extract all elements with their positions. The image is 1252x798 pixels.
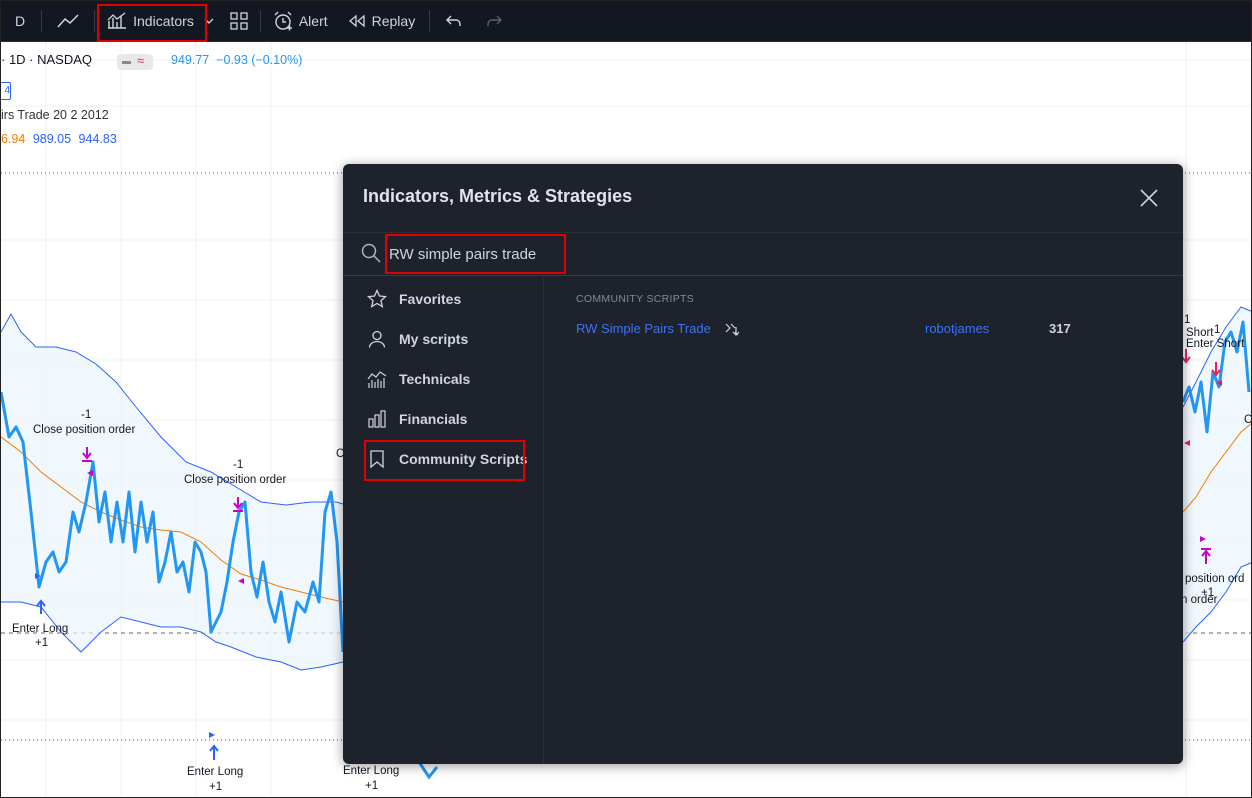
sidebar-item-my-scripts[interactable]: My scripts (343, 319, 543, 359)
search-icon (361, 243, 381, 263)
user-icon (368, 330, 386, 348)
results-panel: COMMUNITY SCRIPTS RW Simple Pairs Trade … (544, 275, 1183, 764)
trade-label: Enter Short (1186, 338, 1245, 350)
community-scripts-highlight-box (364, 440, 525, 481)
search-highlight-box (385, 234, 566, 274)
legend-status-pill[interactable]: ≈ (117, 53, 153, 70)
sidebar-item-label: Technicals (399, 371, 471, 387)
app-frame: D Indicators Alert Replay · 1D · NASDAQ … (0, 0, 1252, 798)
band-fill-right (1183, 307, 1251, 642)
redo-icon (487, 15, 503, 26)
trade-label: Close position order (33, 424, 136, 436)
study-value-2: 989.05 (32, 132, 72, 146)
trade-label: Enter Long (343, 765, 400, 777)
toolbar-divider (41, 10, 43, 32)
section-title: COMMUNITY SCRIPTS (576, 293, 695, 305)
interval-label: D (15, 13, 26, 29)
financials-icon (368, 410, 386, 428)
study-value-3: 944.83 (78, 132, 117, 146)
technicals-icon (367, 371, 387, 388)
trade-label: n order (1181, 594, 1218, 606)
interval-button[interactable]: D (1, 1, 39, 41)
approx-icon: ≈ (137, 53, 145, 68)
dialog-title: Indicators, Metrics & Strategies (363, 186, 633, 206)
toolbar-divider (94, 10, 96, 32)
layouts-button[interactable] (220, 1, 258, 41)
trade-label: C (1244, 414, 1252, 426)
script-name-link[interactable]: RW Simple Pairs Trade (576, 321, 711, 336)
study-value-1: 6.94 (1, 132, 26, 146)
alert-button[interactable]: Alert (263, 1, 336, 41)
trade-label: Close position order (184, 474, 287, 486)
sidebar-item-favorites[interactable]: Favorites (343, 279, 543, 319)
grid-layout-icon (230, 12, 248, 30)
symbol-info: · 1D · NASDAQ (1, 52, 93, 67)
trade-label-qty: -1 (233, 459, 244, 471)
star-icon (367, 289, 387, 308)
trade-label: Enter Long (12, 623, 69, 635)
trade-label: Enter Long (187, 766, 244, 778)
redo-button[interactable] (476, 1, 512, 41)
undo-icon (446, 15, 461, 26)
rewind-icon (348, 14, 365, 28)
alert-label: Alert (298, 13, 328, 29)
replay-button[interactable]: Replay (336, 1, 428, 41)
legend-box[interactable]: 4 (1, 82, 11, 100)
undo-button[interactable] (432, 1, 476, 41)
author-link[interactable]: robotjames (925, 321, 989, 336)
replay-label: Replay (371, 13, 416, 29)
chart-type-button[interactable] (44, 1, 92, 41)
trade-label-qty: 1 (1184, 314, 1191, 326)
trade-label-qty: +1 (209, 781, 223, 793)
trade-label-qty: +1 (35, 637, 49, 649)
sidebar-item-label: Favorites (399, 291, 462, 307)
study-legend-title[interactable]: irs Trade 20 2 2012 (1, 108, 109, 122)
result-row[interactable]: RW Simple Pairs Trade robotjames 317 (544, 319, 1183, 343)
band-fill-left (1, 314, 343, 670)
spread-series-dip (417, 761, 439, 780)
legend-box-number: 4 (4, 85, 10, 96)
line-chart-icon (57, 14, 79, 28)
price-change: −0.93 (−0.10%) (216, 53, 303, 67)
price-legend: 949.77 −0.93 (−0.10%) (171, 53, 302, 67)
likes-count: 317 (1049, 321, 1071, 336)
category-sidebar: Favorites My scripts Technicals Financia… (343, 275, 544, 764)
indicators-dialog: Indicators, Metrics & Strategies Favorit… (343, 164, 1183, 764)
alarm-clock-icon (274, 11, 292, 31)
sidebar-item-financials[interactable]: Financials (343, 399, 543, 439)
trade-label: position ord (1185, 573, 1245, 585)
trade-label-qty: -1 (81, 409, 92, 421)
indicators-highlight-box (97, 4, 207, 42)
sidebar-item-label: Financials (399, 411, 468, 427)
strategy-icon (725, 323, 740, 336)
study-values: 6.94 989.05 944.83 (1, 132, 117, 146)
toolbar-divider (259, 10, 261, 32)
trade-label-qty: 1 (1214, 324, 1221, 336)
close-icon (1140, 189, 1158, 207)
sidebar-item-technicals[interactable]: Technicals (343, 359, 543, 399)
toolbar-divider (429, 10, 431, 32)
symbol-legend[interactable]: · 1D · NASDAQ (1, 52, 92, 67)
last-price: 949.77 (171, 53, 210, 67)
close-button[interactable] (1137, 186, 1161, 210)
sidebar-item-label: My scripts (399, 331, 469, 347)
study-name: irs Trade 20 2 2012 (1, 108, 109, 122)
minus-icon (122, 61, 131, 64)
trade-label-qty: +1 (365, 780, 379, 792)
